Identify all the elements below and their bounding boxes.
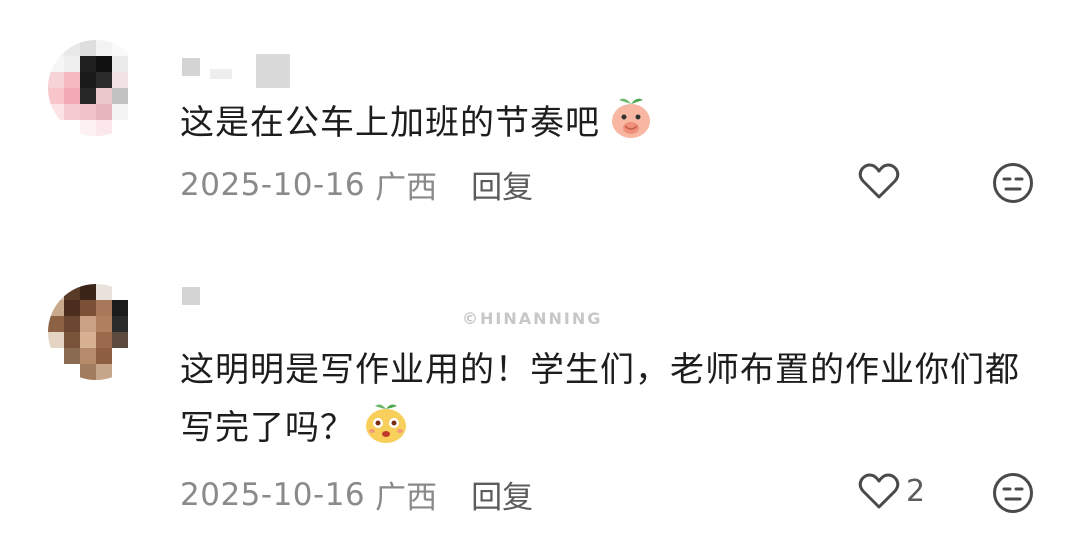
comment-date: 2025-10-16 xyxy=(180,166,366,203)
avatar[interactable] xyxy=(48,284,144,380)
neutral-face-icon xyxy=(993,163,1033,203)
peach-covering-mouth-emoji xyxy=(606,92,656,158)
comment-meta: 2025-10-16 广西 回复 xyxy=(180,472,533,517)
heart-icon xyxy=(858,163,900,199)
comment-text-content: 这明明是写作业用的！学生们，老师布置的作业你们都写完了吗？ xyxy=(180,350,1020,448)
like-count: 2 xyxy=(906,473,926,509)
like-button[interactable] xyxy=(858,161,906,201)
comment-date: 2025-10-16 xyxy=(180,476,366,513)
yellow-grinning-emoji xyxy=(361,397,411,463)
reaction-button[interactable] xyxy=(992,162,1034,208)
reaction-button[interactable] xyxy=(992,472,1034,518)
username-blurred[interactable] xyxy=(182,46,290,88)
reply-button[interactable]: 回复 xyxy=(471,162,533,207)
neutral-face-icon xyxy=(993,473,1033,513)
like-button[interactable]: 2 xyxy=(858,471,925,511)
comment-location: 广西 xyxy=(375,480,438,516)
avatar[interactable] xyxy=(48,40,144,136)
comment-meta: 2025-10-16 广西 回复 xyxy=(180,162,533,207)
comment-text-content: 这是在公车上加班的节奏吧 xyxy=(180,103,600,143)
watermark: ©HINANNING xyxy=(462,309,603,328)
comment-text: 这是在公车上加班的节奏吧 xyxy=(180,92,1020,158)
heart-icon xyxy=(858,473,900,509)
comment-text: 这明明是写作业用的！学生们，老师布置的作业你们都写完了吗？ xyxy=(180,343,1020,463)
comment-location: 广西 xyxy=(375,170,438,206)
username-blurred[interactable] xyxy=(182,287,200,305)
reply-button[interactable]: 回复 xyxy=(471,472,533,517)
